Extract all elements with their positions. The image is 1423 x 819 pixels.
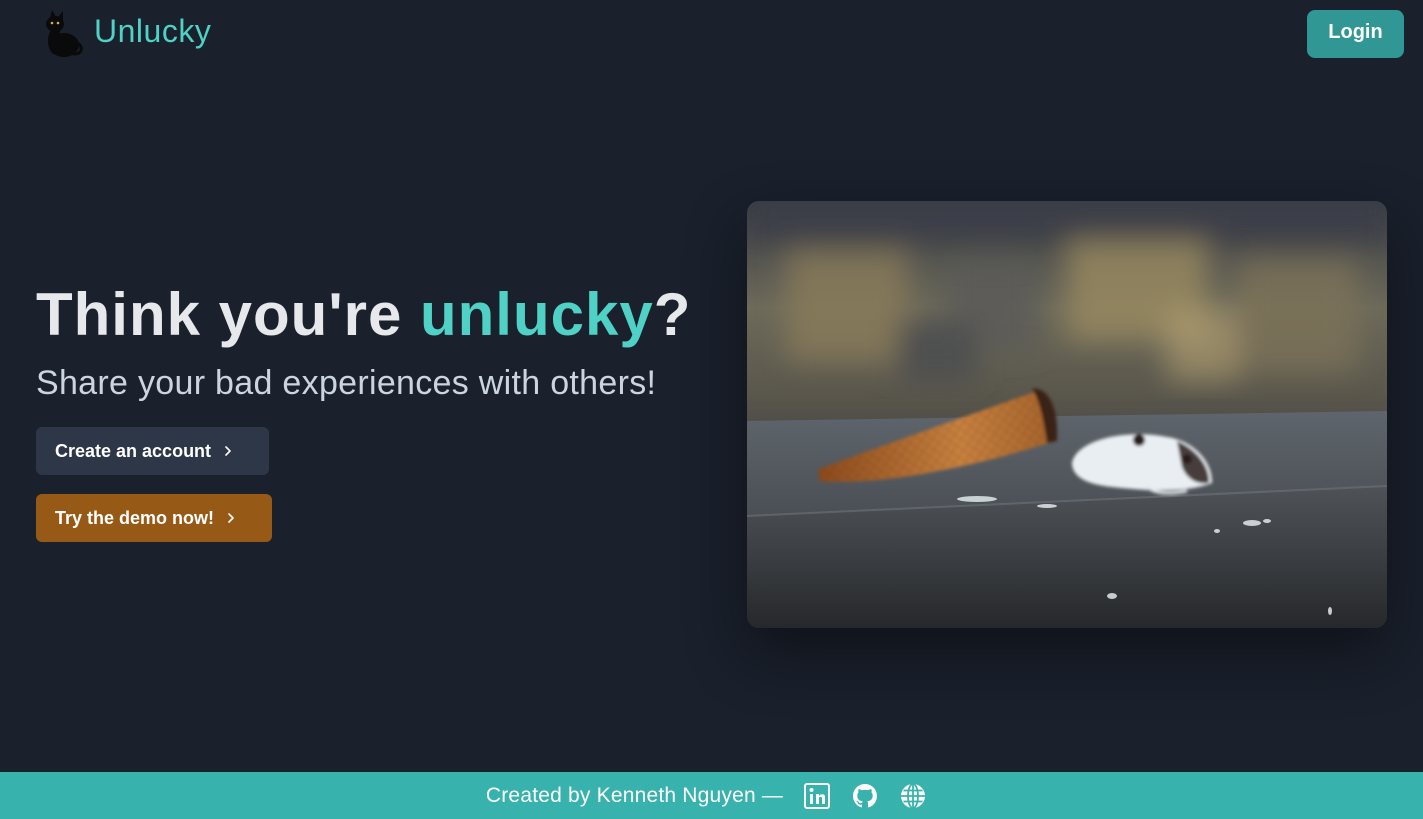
- hero-image: [747, 201, 1387, 628]
- headline-accent: unlucky: [420, 281, 654, 348]
- try-demo-label: Try the demo now!: [55, 507, 215, 528]
- footer-credit: Created by Kenneth Nguyen —: [485, 783, 784, 807]
- footer: Created by Kenneth Nguyen —: [0, 772, 1423, 819]
- black-cat-icon: [46, 10, 83, 57]
- try-demo-button[interactable]: Try the demo now!: [36, 494, 272, 542]
- brand-name: Unlucky: [94, 13, 212, 49]
- chevron-right-icon: [228, 513, 234, 523]
- headline: Think you're unlucky?: [36, 280, 691, 349]
- linkedin-icon[interactable]: [803, 782, 831, 810]
- landing-page: Unlucky Login Think you're unlucky? Shar…: [0, 0, 1423, 819]
- brand[interactable]: Unlucky: [36, 8, 211, 58]
- headline-prefix: Think you're: [36, 281, 420, 348]
- dropped-ice-cream-photo: [747, 201, 1387, 628]
- subheading: Share your bad experiences with others!: [36, 364, 657, 402]
- create-account-button[interactable]: Create an account: [36, 427, 269, 475]
- headline-suffix: ?: [653, 281, 692, 348]
- create-account-label: Create an account: [55, 440, 212, 461]
- chevron-right-icon: [225, 446, 231, 456]
- login-button[interactable]: Login: [1307, 10, 1404, 58]
- globe-icon[interactable]: [899, 782, 927, 810]
- github-icon[interactable]: [851, 782, 879, 810]
